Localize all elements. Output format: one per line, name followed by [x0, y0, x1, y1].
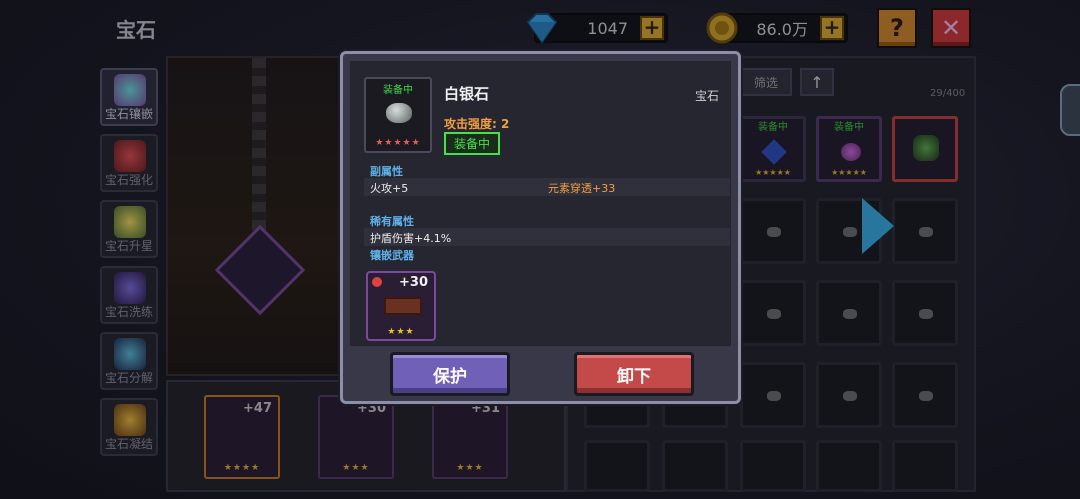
protect-button[interactable]: 保护 [390, 352, 510, 396]
gem-type: 宝石 [694, 89, 719, 103]
gun-icon [384, 297, 422, 315]
gem-stars: ★★★★★ [375, 138, 421, 148]
weapon-level: +30 [399, 275, 428, 290]
weapon-stars: ★★★ [387, 327, 415, 337]
secondary-attribute-fire: 火攻+5 [370, 182, 409, 195]
gem-icon-frame: 装备中 ★★★★★ [364, 77, 432, 153]
gem-detail-content: 装备中 ★★★★★ 白银石 宝石 攻击强度: 2 装备中 副属性 火攻+5 元素… [350, 61, 731, 346]
secondary-attributes-header: 副属性 [370, 165, 403, 178]
rare-attribute-shield: 护盾伤害+4.1% [370, 232, 452, 245]
secondary-attribute-penetration: 元素穿透+33 [548, 182, 616, 195]
equipped-badge: 装备中 [444, 132, 501, 155]
secondary-attributes-row [364, 178, 730, 196]
gem-name: 白银石 [444, 85, 490, 103]
inlaid-weapon-header: 镶嵌武器 [370, 249, 414, 262]
attack-strength: 攻击强度: 2 [444, 117, 510, 131]
inlaid-weapon-slot[interactable]: +30 ★★★ [366, 271, 436, 341]
gem-detail-dialog: 装备中 ★★★★★ 白银石 宝石 攻击强度: 2 装备中 副属性 火攻+5 元素… [340, 51, 741, 404]
unequip-button[interactable]: 卸下 [574, 352, 694, 396]
gem-marker-icon [372, 277, 382, 287]
silver-stone-icon [386, 103, 412, 123]
equipped-tag: 装备中 [383, 85, 413, 96]
rare-attributes-header: 稀有属性 [370, 215, 414, 228]
